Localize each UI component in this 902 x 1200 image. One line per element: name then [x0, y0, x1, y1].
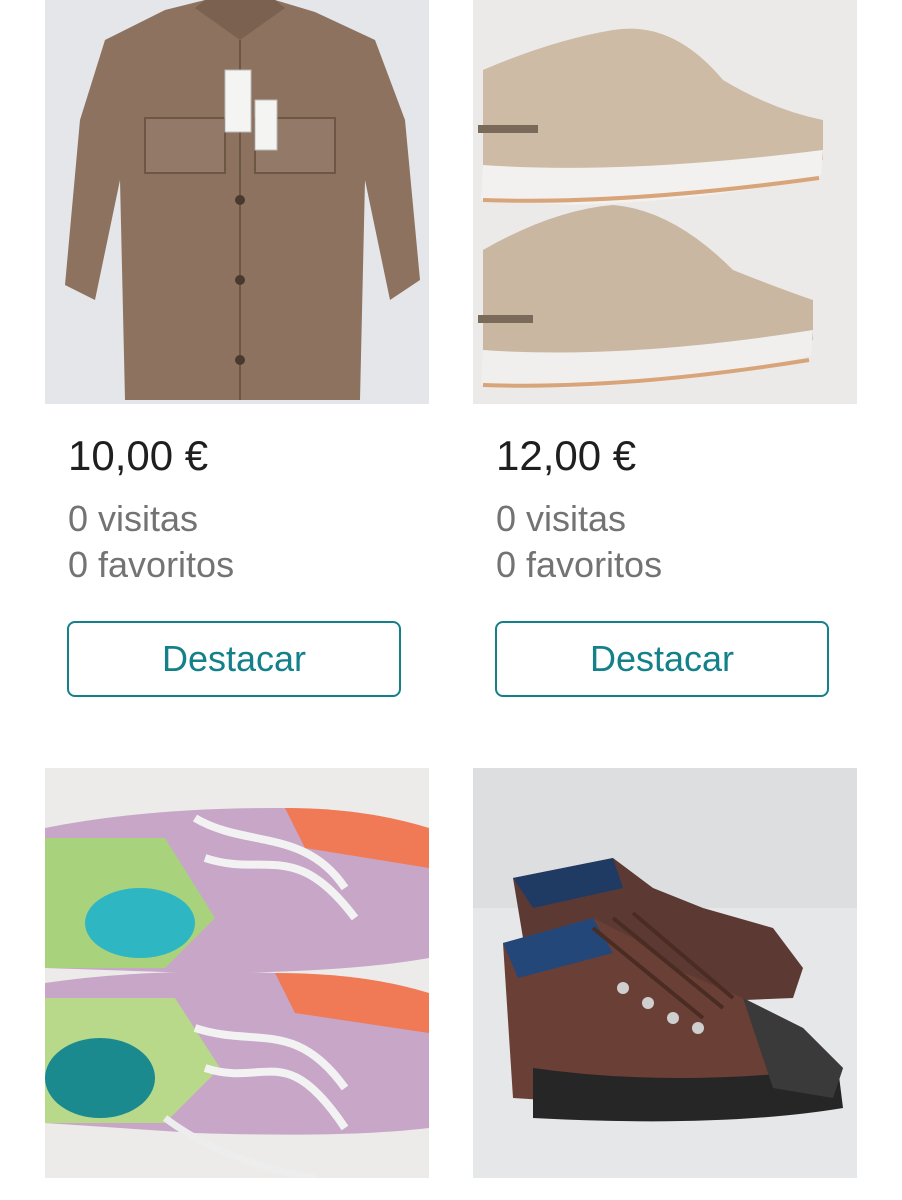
- destacar-button[interactable]: Destacar: [67, 621, 401, 697]
- views-count: 0 visitas: [68, 498, 199, 539]
- views-count: 0 visitas: [496, 498, 627, 539]
- destacar-button[interactable]: Destacar: [495, 621, 829, 697]
- favorites-count: 0 favoritos: [68, 544, 235, 585]
- product-photo[interactable]: [45, 768, 429, 1178]
- product-photo[interactable]: [473, 768, 857, 1178]
- colorful-sneakers-photo-icon: [45, 768, 429, 1178]
- favorites-count: 0 favoritos: [496, 544, 663, 585]
- product-photo[interactable]: [45, 0, 429, 404]
- listing-price: 10,00 €: [68, 432, 209, 479]
- listing-card[interactable]: 12,00 € 0 visitas 0 favoritos Destacar: [473, 0, 857, 697]
- listings-grid: 10,00 € 0 visitas 0 favoritos Destacar 1…: [0, 0, 902, 1200]
- product-photo[interactable]: [473, 0, 857, 404]
- listing-price: 12,00 €: [496, 432, 637, 479]
- listing-card[interactable]: 10,00 € 0 visitas 0 favoritos Destacar: [45, 0, 429, 697]
- sneakers-photo-icon: [473, 0, 857, 404]
- overshirt-photo-icon: [45, 0, 429, 404]
- hiking-boots-photo-icon: [473, 768, 857, 1178]
- listing-card[interactable]: [473, 768, 857, 1178]
- listing-card[interactable]: [45, 768, 429, 1178]
